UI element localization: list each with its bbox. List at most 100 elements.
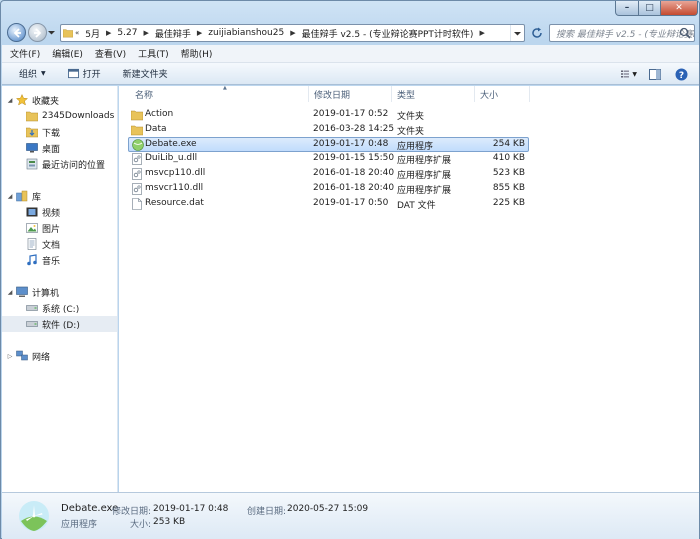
nav-item-desktop[interactable]: 桌面: [26, 140, 60, 156]
forward-button[interactable]: [28, 23, 47, 42]
menu-view[interactable]: 查看(V): [95, 47, 126, 60]
new-folder-button[interactable]: 新建文件夹: [123, 67, 168, 80]
dll-icon: [132, 183, 142, 195]
folder-icon: [26, 111, 38, 122]
column-header-size[interactable]: 大小: [474, 86, 530, 102]
app-large-icon: [19, 501, 49, 531]
file-type: 文件夹: [397, 127, 425, 137]
nav-item-recent-places[interactable]: 最近访问的位置: [26, 156, 105, 172]
breadcrumb-separator-icon[interactable]: ▶: [195, 29, 204, 37]
file-name: Debate.exe: [145, 139, 197, 149]
nav-item-downloads[interactable]: 下载: [26, 124, 60, 140]
organize-label: 组织: [19, 70, 38, 80]
preview-pane-icon: [649, 68, 661, 80]
music-icon: [27, 254, 37, 266]
column-label: 修改日期: [314, 90, 351, 101]
breadcrumb-item[interactable]: zuijiabianshou25: [204, 28, 288, 38]
help-button[interactable]: ?: [673, 66, 689, 82]
breadcrumb-separator-icon[interactable]: ▶: [104, 29, 113, 37]
column-header-date[interactable]: 修改日期: [308, 86, 392, 102]
menu-edit[interactable]: 编辑(E): [52, 47, 83, 60]
nav-computer[interactable]: ◢ 计算机: [6, 284, 59, 300]
back-button[interactable]: [7, 23, 26, 42]
file-size: 855 KB: [492, 183, 525, 193]
column-header-type[interactable]: 类型: [391, 86, 475, 102]
file-row-msvcp110[interactable]: msvcp110.dll 2016-01-18 20:40 应用程序扩展 523…: [128, 167, 529, 182]
menu-file[interactable]: 文件(F): [10, 47, 40, 60]
column-header-name[interactable]: 名称 ▲: [129, 85, 309, 102]
nav-label: 图片: [42, 224, 61, 235]
nav-libraries[interactable]: ◢ 库: [6, 188, 41, 204]
breadcrumb-item[interactable]: 5.27: [113, 28, 141, 38]
details-type-value: 应用程序: [61, 520, 98, 530]
navigation-pane: ◢ 收藏夹 2345Downloads 下载 桌面 最近访问的位置 ◢ 库 视频: [2, 86, 118, 492]
address-dropdown-button[interactable]: [510, 25, 524, 41]
command-bar: 组织 ▼ 打开 新建文件夹 ▼ ?: [2, 63, 699, 85]
breadcrumb-separator-icon[interactable]: ▶: [477, 29, 486, 37]
nav-item-documents[interactable]: 文档: [26, 236, 60, 252]
nav-network[interactable]: ▷ 网络: [6, 348, 50, 364]
nav-label: 2345Downloads: [42, 111, 115, 121]
file-row-debate-exe[interactable]: Debate.exe 2019-01-17 0:48 应用程序 254 KB: [128, 137, 529, 152]
breadcrumb-item[interactable]: 最佳辩手 v2.5 - (专业辩论赛PPT计时软件): [298, 27, 478, 40]
file-date: 2019-01-15 15:50: [313, 153, 395, 163]
close-button[interactable]: ✕: [660, 1, 698, 16]
address-bar[interactable]: « 5月 ▶ 5.27 ▶ 最佳辩手 ▶ zuijiabianshou25 ▶ 最佳辩手…: [60, 24, 525, 42]
help-icon: ?: [675, 68, 687, 81]
desktop-icon: [26, 143, 38, 153]
nav-label: 系统 (C:): [42, 304, 80, 315]
file-date: 2016-01-18 20:40: [313, 168, 395, 178]
nav-item-pictures[interactable]: 图片: [26, 220, 60, 236]
file-type: 文件夹: [397, 112, 425, 122]
nav-item-videos[interactable]: 视频: [26, 204, 60, 220]
file-row-data[interactable]: Data 2016-03-28 14:25 文件夹: [128, 123, 529, 138]
maximize-button[interactable]: □: [638, 1, 661, 16]
file-size: 225 KB: [492, 198, 525, 208]
nav-item-music[interactable]: 音乐: [26, 252, 60, 268]
recent-pages-icon[interactable]: [48, 29, 55, 36]
documents-icon: [27, 238, 37, 250]
menu-tools[interactable]: 工具(T): [138, 47, 169, 60]
expand-icon[interactable]: ◢: [6, 193, 14, 200]
breadcrumb-separator-icon[interactable]: ▶: [288, 29, 297, 37]
file-name: Action: [145, 109, 174, 119]
overflow-chevron-icon[interactable]: «: [73, 29, 81, 37]
details-file-name: Debate.exe: [61, 503, 119, 514]
file-list: 名称 ▲ 修改日期 类型 大小 Action 2019-01-17 0:52 文…: [119, 85, 699, 492]
nav-item-drive-c[interactable]: 系统 (C:): [26, 300, 79, 316]
nav-item-2345downloads[interactable]: 2345Downloads: [26, 108, 114, 124]
expand-icon[interactable]: ▷: [6, 353, 14, 360]
nav-label: 最近访问的位置: [42, 160, 106, 171]
search-icon[interactable]: [679, 27, 691, 39]
nav-favorites[interactable]: ◢ 收藏夹: [6, 92, 59, 108]
file-type: 应用程序: [397, 142, 434, 152]
menu-help[interactable]: 帮助(H): [181, 47, 213, 60]
file-row-duilib[interactable]: DuiLib_u.dll 2019-01-15 15:50 应用程序扩展 410…: [128, 152, 529, 167]
menu-bar: 文件(F) 编辑(E) 查看(V) 工具(T) 帮助(H): [2, 45, 699, 63]
file-row-msvcr110[interactable]: msvcr110.dll 2016-01-18 20:40 应用程序扩展 855…: [128, 182, 529, 197]
refresh-button[interactable]: [528, 24, 546, 42]
nav-item-drive-d[interactable]: 软件 (D:): [2, 316, 117, 332]
breadcrumb-item[interactable]: 最佳辩手: [151, 27, 195, 40]
file-type: 应用程序扩展: [397, 186, 452, 196]
preview-pane-button[interactable]: [647, 66, 663, 82]
organize-button[interactable]: 组织 ▼: [19, 67, 46, 80]
open-button[interactable]: 打开: [67, 67, 101, 80]
minimize-button[interactable]: –: [615, 1, 639, 16]
search-input[interactable]: 搜索 最佳辩手 v2.5 - (专业辩论赛PP...: [549, 24, 695, 42]
video-icon: [26, 207, 38, 217]
file-name: Data: [145, 124, 167, 134]
nav-label: 音乐: [42, 256, 61, 267]
file-date: 2016-03-28 14:25: [313, 124, 395, 134]
nav-label: 收藏夹: [32, 96, 60, 107]
search-placeholder: 搜索 最佳辩手 v2.5 - (专业辩论赛PP...: [556, 30, 694, 40]
breadcrumb-separator-icon[interactable]: ▶: [141, 29, 150, 37]
breadcrumb-item[interactable]: 5月: [81, 27, 104, 40]
file-row-resource-dat[interactable]: Resource.dat 2019-01-17 0:50 DAT 文件 225 …: [128, 197, 529, 212]
view-options-button[interactable]: ▼: [621, 66, 637, 82]
nav-label: 文档: [42, 240, 61, 251]
expand-icon[interactable]: ◢: [6, 97, 14, 104]
file-row-action[interactable]: Action 2019-01-17 0:52 文件夹: [128, 108, 529, 123]
expand-icon[interactable]: ◢: [6, 289, 14, 296]
file-type: DAT 文件: [397, 201, 436, 211]
